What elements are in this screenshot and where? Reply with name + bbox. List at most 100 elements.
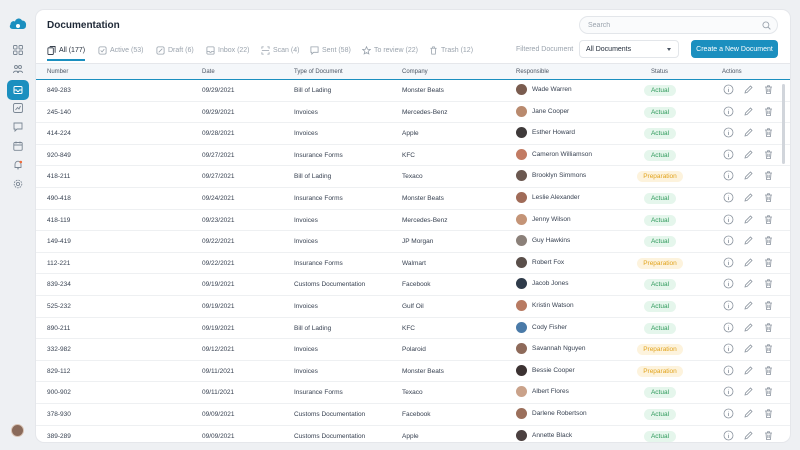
- edit-icon[interactable]: [743, 192, 754, 203]
- info-icon[interactable]: [723, 343, 734, 354]
- table-row[interactable]: 525-232 09/19/2021 Invoices Gulf Oil Kristin…: [36, 296, 790, 318]
- edit-icon[interactable]: [743, 386, 754, 397]
- info-icon[interactable]: [723, 278, 734, 289]
- team-icon[interactable]: [11, 62, 25, 76]
- tab-inbox[interactable]: Inbox (22): [206, 40, 250, 60]
- delete-icon[interactable]: [763, 257, 774, 268]
- delete-icon[interactable]: [763, 149, 774, 160]
- info-icon[interactable]: [723, 300, 734, 311]
- info-icon[interactable]: [723, 235, 734, 246]
- tab-all[interactable]: All (177): [47, 40, 86, 61]
- document-filter-select[interactable]: All Documents: [579, 40, 679, 58]
- table-row[interactable]: 418-211 09/27/2021 Bill of Lading Texaco Bro…: [36, 166, 790, 188]
- delete-icon[interactable]: [763, 430, 774, 441]
- messages-icon[interactable]: [11, 120, 25, 134]
- user-avatar[interactable]: [11, 424, 24, 437]
- tab-scan[interactable]: Scan (4): [261, 40, 299, 60]
- delete-icon[interactable]: [763, 192, 774, 203]
- edit-icon[interactable]: [743, 214, 754, 225]
- delete-icon[interactable]: [763, 300, 774, 311]
- delete-icon[interactable]: [763, 170, 774, 181]
- table-row[interactable]: 829-112 09/11/2021 Invoices Monster Beats Be…: [36, 361, 790, 383]
- tab-to-review[interactable]: To review (22): [362, 40, 418, 60]
- delete-icon[interactable]: [763, 365, 774, 376]
- table-scrollbar[interactable]: [782, 84, 785, 164]
- column-type[interactable]: Type of Document: [294, 69, 343, 75]
- edit-icon[interactable]: [743, 408, 754, 419]
- table-row[interactable]: 849-283 09/29/2021 Bill of Lading Monster B…: [36, 80, 790, 102]
- tab-trash[interactable]: Trash (12): [429, 40, 473, 60]
- responsible-name: Bessie Cooper: [532, 366, 575, 374]
- info-icon[interactable]: [723, 365, 734, 376]
- edit-icon[interactable]: [743, 278, 754, 289]
- table-row[interactable]: 839-234 09/19/2021 Customs Documentation Fa…: [36, 274, 790, 296]
- table-row[interactable]: 332-982 09/12/2021 Invoices Polaroid Savanna…: [36, 339, 790, 361]
- search-box[interactable]: [579, 16, 778, 34]
- table-row[interactable]: 490-418 09/24/2021 Insurance Forms Monster …: [36, 188, 790, 210]
- edit-icon[interactable]: [743, 170, 754, 181]
- edit-icon[interactable]: [743, 235, 754, 246]
- create-document-button[interactable]: Create a New Document: [691, 40, 778, 58]
- edit-icon[interactable]: [743, 84, 754, 95]
- column-company[interactable]: Company: [402, 69, 428, 75]
- table-row[interactable]: 378-930 09/09/2021 Customs Documentation Fa…: [36, 404, 790, 426]
- table-row[interactable]: 890-211 09/19/2021 Bill of Lading KFC Cody F…: [36, 318, 790, 340]
- delete-icon[interactable]: [763, 235, 774, 246]
- table-row[interactable]: 920-849 09/27/2021 Insurance Forms KFC Camer…: [36, 145, 790, 167]
- column-responsible[interactable]: Responsible: [516, 69, 549, 75]
- info-icon[interactable]: [723, 106, 734, 117]
- calendar-icon[interactable]: [11, 139, 25, 153]
- notifications-icon[interactable]: [11, 158, 25, 172]
- column-number[interactable]: Number: [47, 69, 68, 75]
- reports-icon[interactable]: [11, 101, 25, 115]
- delete-icon[interactable]: [763, 278, 774, 289]
- info-icon[interactable]: [723, 170, 734, 181]
- edit-icon[interactable]: [743, 257, 754, 268]
- cloud-logo-icon[interactable]: [9, 16, 27, 30]
- table-row[interactable]: 900-902 09/11/2021 Insurance Forms Texaco Al…: [36, 382, 790, 404]
- table-row[interactable]: 418-119 09/23/2021 Invoices Mercedes-Benz Je…: [36, 210, 790, 232]
- column-status[interactable]: Status: [651, 69, 668, 75]
- edit-icon[interactable]: [743, 300, 754, 311]
- tab-sent[interactable]: Sent (58): [310, 40, 351, 60]
- table-row[interactable]: 149-419 09/22/2021 Invoices JP Morgan Guy Ha…: [36, 231, 790, 253]
- info-icon[interactable]: [723, 386, 734, 397]
- info-icon[interactable]: [723, 192, 734, 203]
- delete-icon[interactable]: [763, 106, 774, 117]
- info-icon[interactable]: [723, 430, 734, 441]
- table-row[interactable]: 112-221 09/22/2021 Insurance Forms Walmart R…: [36, 253, 790, 275]
- info-icon[interactable]: [723, 408, 734, 419]
- info-icon[interactable]: [723, 84, 734, 95]
- search-icon[interactable]: [762, 21, 771, 30]
- table-row[interactable]: 245-140 09/29/2021 Invoices Mercedes-Benz Ja…: [36, 102, 790, 124]
- tab-draft[interactable]: Draft (6): [156, 40, 194, 60]
- dashboard-icon[interactable]: [11, 43, 25, 57]
- documents-icon[interactable]: [7, 80, 29, 100]
- edit-icon[interactable]: [743, 322, 754, 333]
- info-icon[interactable]: [723, 322, 734, 333]
- edit-icon[interactable]: [743, 127, 754, 138]
- table-row[interactable]: 414-224 09/28/2021 Invoices Apple Esther How…: [36, 123, 790, 145]
- edit-icon[interactable]: [743, 106, 754, 117]
- delete-icon[interactable]: [763, 408, 774, 419]
- table-row[interactable]: 389-289 09/09/2021 Customs Documentation Ap…: [36, 426, 790, 442]
- delete-icon[interactable]: [763, 343, 774, 354]
- edit-icon[interactable]: [743, 430, 754, 441]
- edit-icon[interactable]: [743, 149, 754, 160]
- delete-icon[interactable]: [763, 214, 774, 225]
- info-icon[interactable]: [723, 149, 734, 160]
- delete-icon[interactable]: [763, 127, 774, 138]
- avatar: [516, 343, 527, 355]
- delete-icon[interactable]: [763, 386, 774, 397]
- edit-icon[interactable]: [743, 343, 754, 354]
- search-input[interactable]: [588, 20, 758, 31]
- info-icon[interactable]: [723, 127, 734, 138]
- column-date[interactable]: Date: [202, 69, 215, 75]
- delete-icon[interactable]: [763, 84, 774, 95]
- settings-icon[interactable]: [11, 177, 25, 191]
- delete-icon[interactable]: [763, 322, 774, 333]
- tab-active[interactable]: Active (53): [98, 40, 143, 60]
- info-icon[interactable]: [723, 257, 734, 268]
- info-icon[interactable]: [723, 214, 734, 225]
- edit-icon[interactable]: [743, 365, 754, 376]
